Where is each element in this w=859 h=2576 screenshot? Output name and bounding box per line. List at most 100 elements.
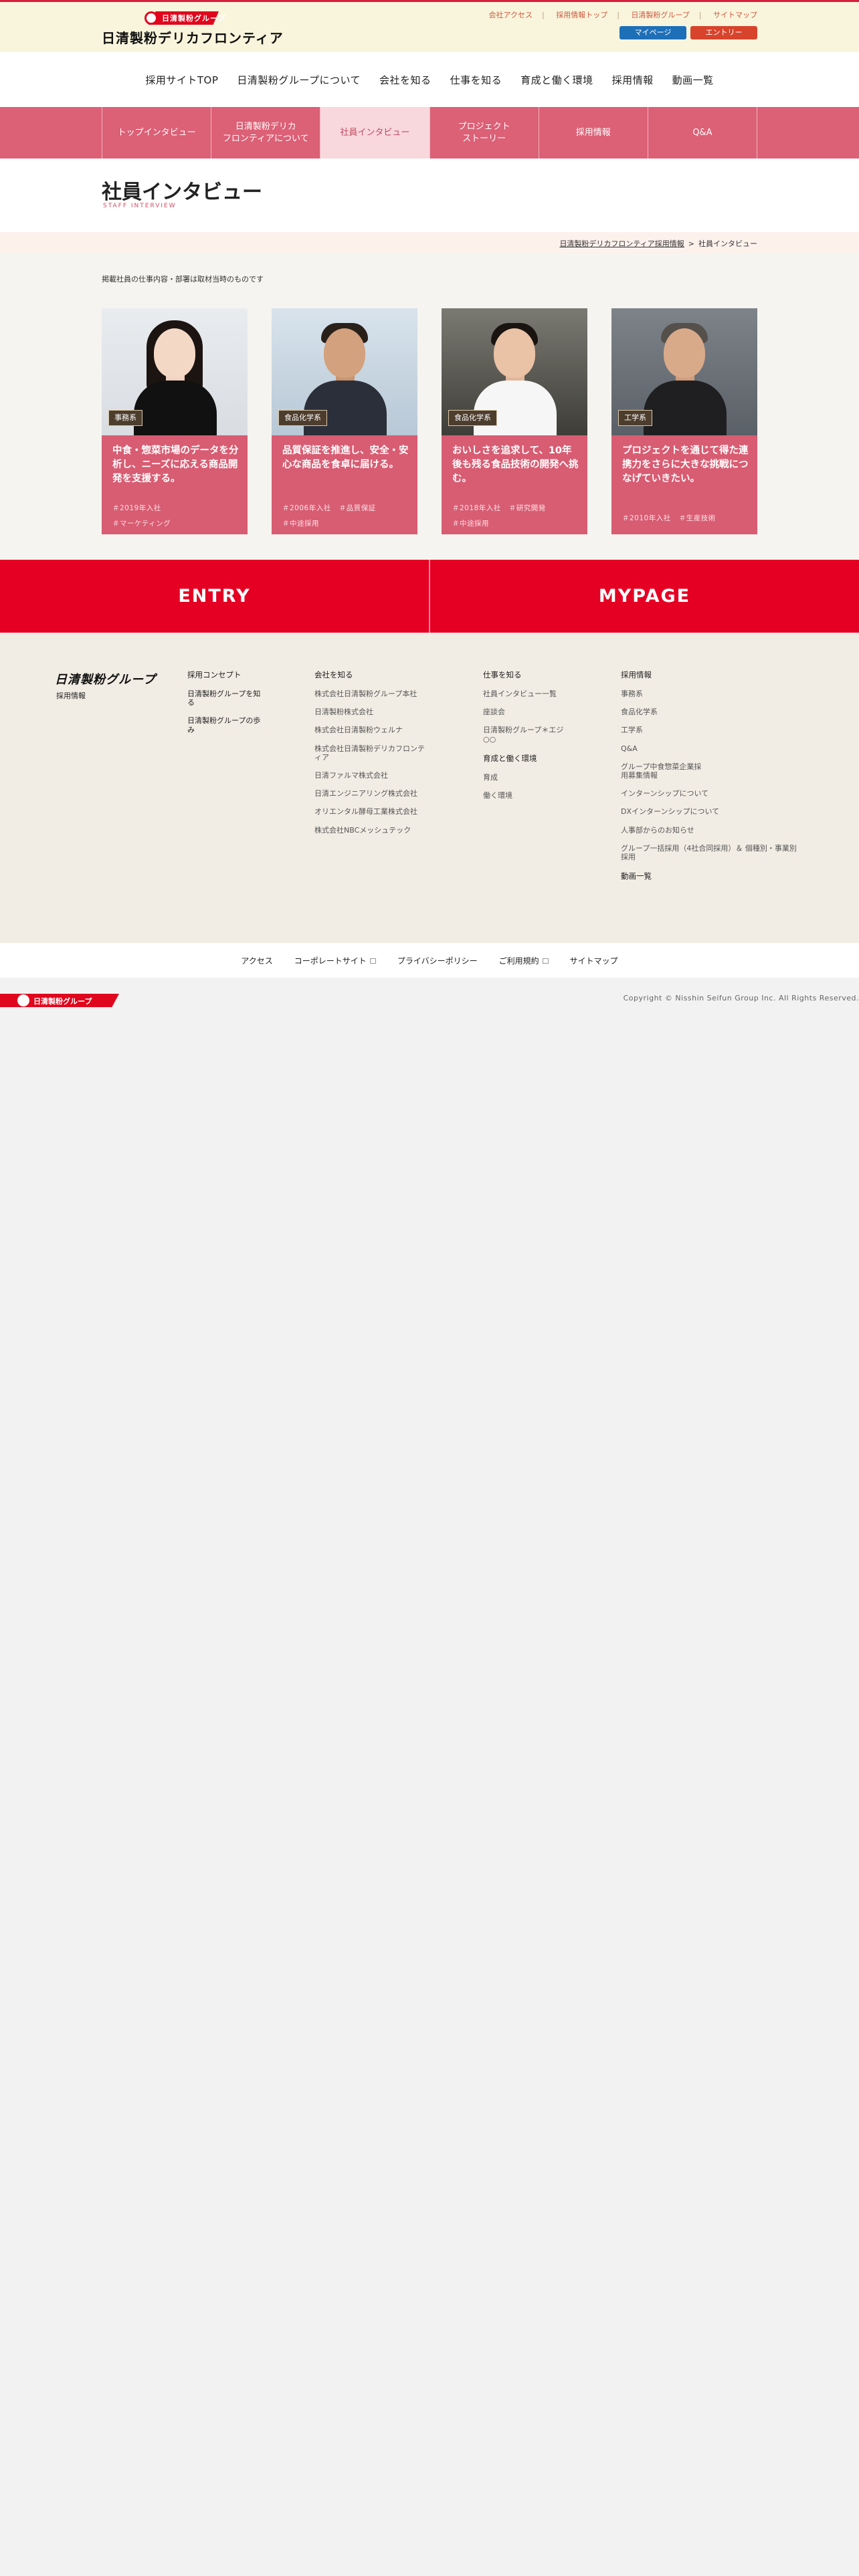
category-badge: 工学系 bbox=[618, 410, 652, 426]
main-nav-item-environment[interactable]: 育成と働く環境 bbox=[511, 73, 603, 87]
footer-heading[interactable]: 動画一覧 bbox=[621, 871, 801, 881]
logo-company-name: 日清製粉デリカフロンティア bbox=[102, 30, 284, 46]
bottom-link-access[interactable]: アクセス bbox=[241, 955, 272, 966]
footer-link[interactable]: 育成 bbox=[483, 773, 593, 782]
footer-heading[interactable]: 会社を知る bbox=[314, 669, 425, 680]
main-nav-item-top[interactable]: 採用サイトTOP bbox=[136, 73, 227, 87]
footer-link[interactable]: 日清製粉グループの歩み bbox=[187, 716, 268, 734]
copyright-logo[interactable]: 日清製粉グループ bbox=[0, 992, 119, 1007]
utility-links: 会社アクセス | 採用情報トップ | 日清製粉グループ | サイトマップ bbox=[488, 11, 757, 19]
interview-card[interactable]: 事務系 中食・惣菜市場のデータを分析し、ニーズに応える商品開発を支援する。 ＃2… bbox=[102, 308, 248, 534]
interview-cards: 事務系 中食・惣菜市場のデータを分析し、ニーズに応える商品開発を支援する。 ＃2… bbox=[102, 308, 757, 536]
group-logo-icon bbox=[17, 994, 29, 1006]
category-badge: 事務系 bbox=[108, 410, 142, 426]
footer-link[interactable]: 事務系 bbox=[621, 689, 801, 698]
footer-heading[interactable]: 採用情報 bbox=[621, 669, 801, 680]
footer-link[interactable]: 株式会社日清製粉グループ本社 bbox=[314, 689, 425, 698]
main-nav-item-videos[interactable]: 動画一覧 bbox=[663, 73, 723, 87]
util-link-group[interactable]: 日清製粉グループ bbox=[631, 11, 689, 19]
card-tag: ＃2019年入社 bbox=[112, 504, 161, 512]
page-title-area: 社員インタビュー STAFF INTERVIEW bbox=[0, 158, 859, 232]
footer-col-recruit: 採用情報 事務系 食品化学系 工学系 Q&A グループ中食惣菜企業採用募集情報 … bbox=[621, 669, 801, 891]
sub-nav: トップインタビュー 日清製粉デリカ フロンティアについて 社員インタビュー プロ… bbox=[0, 107, 859, 158]
interview-card[interactable]: 食品化学系 おいしさを追求して、10年後も残る食品技術の開発へ挑む。 ＃2018… bbox=[442, 308, 587, 534]
footer-link[interactable]: グループ中食惣菜企業採用募集情報 bbox=[621, 762, 708, 780]
footer-link[interactable]: 日清製粉グループ＊エジ○○ bbox=[483, 726, 570, 743]
main-nav-item-group[interactable]: 日清製粉グループについて bbox=[227, 73, 370, 87]
card-tag: ＃2010年入社 bbox=[622, 514, 671, 522]
footer-link[interactable]: 日清製粉グループを知る bbox=[187, 689, 268, 707]
breadcrumb-parent-link[interactable]: 日清製粉デリカフロンティア採用情報 bbox=[559, 239, 684, 248]
util-link-recruit-top[interactable]: 採用情報トップ bbox=[556, 11, 607, 19]
bottom-link-sitemap[interactable]: サイトマップ bbox=[570, 955, 618, 966]
card-tag: ＃生産技術 bbox=[678, 514, 716, 522]
bottom-link-corporate[interactable]: コーポレートサイト bbox=[294, 955, 376, 966]
interview-card[interactable]: 工学系 プロジェクトを通じて得た連携力をさらに大きな挑戦につなげていきたい。 ＃… bbox=[611, 308, 757, 534]
bottom-link-terms-label: ご利用規約 bbox=[498, 956, 539, 966]
footer-link[interactable]: 工学系 bbox=[621, 726, 801, 734]
entry-button[interactable]: エントリー bbox=[690, 26, 757, 39]
footer-link[interactable]: グループ一括採用（4社合同採用）＆ 個種別・事業別採用 bbox=[621, 844, 801, 861]
footer-link[interactable]: 株式会社日清製粉デリカフロンティア bbox=[314, 744, 425, 762]
card-headline: おいしさを追求して、10年後も残る食品技術の開発へ挑む。 bbox=[452, 445, 579, 485]
card-tag: ＃2006年入社 bbox=[282, 504, 331, 512]
footer-link[interactable]: DXインターンシップについて bbox=[621, 807, 801, 816]
footer-link[interactable]: 株式会社日清製粉ウェルナ bbox=[314, 726, 425, 734]
main-nav-item-work[interactable]: 仕事を知る bbox=[441, 73, 512, 87]
group-logo-icon bbox=[145, 11, 158, 25]
footer-link[interactable]: 日清製粉株式会社 bbox=[314, 708, 425, 716]
header-buttons: マイページ エントリー bbox=[619, 26, 757, 39]
external-link-icon bbox=[542, 958, 549, 964]
sub-nav-recruit-info[interactable]: 採用情報 bbox=[539, 107, 648, 158]
card-tag: ＃中途採用 bbox=[452, 520, 489, 528]
page-title: 社員インタビュー bbox=[102, 181, 262, 204]
footer-link[interactable]: 座談会 bbox=[483, 708, 570, 716]
sub-nav-about[interactable]: 日清製粉デリカ フロンティアについて bbox=[211, 107, 321, 158]
footer-link[interactable]: 食品化学系 bbox=[621, 708, 801, 716]
main-nav-item-company[interactable]: 会社を知る bbox=[370, 73, 441, 87]
sub-nav-staff-interview[interactable]: 社員インタビュー bbox=[320, 107, 430, 158]
bottom-link-terms[interactable]: ご利用規約 bbox=[499, 955, 549, 966]
footer-link[interactable]: オリエンタル酵母工業株式会社 bbox=[314, 807, 425, 816]
footer-logo[interactable]: 日清製粉グループ bbox=[55, 670, 156, 687]
footer-heading[interactable]: 育成と働く環境 bbox=[483, 753, 593, 764]
footer-link[interactable]: 社員インタビュー一覧 bbox=[483, 689, 570, 698]
sub-nav-qa[interactable]: Q&A bbox=[648, 107, 758, 158]
interview-list-section: 掲載社員の仕事内容・部署は取材当時のものです 事務系 中食・惣菜市場のデータを分… bbox=[0, 253, 859, 560]
main-nav: 採用サイトTOP 日清製粉グループについて 会社を知る 仕事を知る 育成と働く環… bbox=[0, 52, 859, 107]
footer-heading[interactable]: 仕事を知る bbox=[483, 669, 593, 680]
card-tags: ＃2018年入社 ＃研究開発 ＃中途採用 bbox=[452, 501, 583, 532]
copyright-text: Copyright © Nisshin Seifun Group Inc. Al… bbox=[623, 994, 859, 1002]
footer-link[interactable]: 日清エンジニアリング株式会社 bbox=[314, 789, 425, 798]
footer-link[interactable]: 株式会社NBCメッシュテック bbox=[314, 826, 425, 835]
site-logo[interactable]: 日清製粉グループ 日清製粉デリカフロンティア bbox=[102, 11, 283, 46]
card-tags: ＃2019年入社 ＃マーケティング bbox=[112, 501, 244, 532]
entry-cta-button[interactable]: ENTRY bbox=[0, 560, 429, 633]
sub-nav-top-interview[interactable]: トップインタビュー bbox=[102, 107, 212, 158]
bottom-links: アクセス コーポレートサイト プライバシーポリシー ご利用規約 サイトマップ bbox=[0, 943, 859, 978]
footer-link[interactable]: 採用コンセプト bbox=[187, 669, 268, 680]
breadcrumb-separator: > bbox=[688, 239, 694, 248]
category-badge: 食品化学系 bbox=[278, 410, 327, 426]
mypage-button[interactable]: マイページ bbox=[619, 26, 686, 39]
card-headline: プロジェクトを通じて得た連携力をさらに大きな挑戦につなげていきたい。 bbox=[622, 445, 749, 485]
logo-group-text: 日清製粉グループ bbox=[162, 14, 226, 23]
mypage-cta-button[interactable]: MYPAGE bbox=[430, 560, 859, 633]
footer-link[interactable]: 人事部からのお知らせ bbox=[621, 826, 801, 835]
util-link-access[interactable]: 会社アクセス bbox=[489, 11, 533, 19]
footer-col-concept: 採用コンセプト 日清製粉グループを知る 日清製粉グループの歩み bbox=[187, 669, 268, 744]
footer-link[interactable]: 日清ファルマ株式会社 bbox=[314, 771, 425, 780]
util-link-sitemap[interactable]: サイトマップ bbox=[713, 11, 757, 19]
page-title-en: STAFF INTERVIEW bbox=[103, 203, 177, 209]
copyright-bar: 日清製粉グループ Copyright © Nisshin Seifun Grou… bbox=[0, 978, 859, 1058]
disclaimer-note: 掲載社員の仕事内容・部署は取材当時のものです bbox=[102, 275, 264, 284]
footer-link[interactable]: インターンシップについて bbox=[621, 789, 801, 798]
footer-col-work: 仕事を知る 社員インタビュー一覧 座談会 日清製粉グループ＊エジ○○ 育成と働く… bbox=[483, 669, 593, 809]
interview-card[interactable]: 食品化学系 品質保証を推進し、安全・安心な商品を食卓に届ける。 ＃2006年入社… bbox=[272, 308, 417, 534]
card-headline: 中食・惣菜市場のデータを分析し、ニーズに応える商品開発を支援する。 bbox=[112, 445, 239, 485]
bottom-link-privacy[interactable]: プライバシーポリシー bbox=[397, 955, 478, 966]
sub-nav-project-story[interactable]: プロジェクト ストーリー bbox=[430, 107, 539, 158]
footer-link[interactable]: 働く環境 bbox=[483, 791, 593, 800]
footer-link[interactable]: Q&A bbox=[621, 744, 801, 753]
main-nav-item-recruit[interactable]: 採用情報 bbox=[603, 73, 663, 87]
